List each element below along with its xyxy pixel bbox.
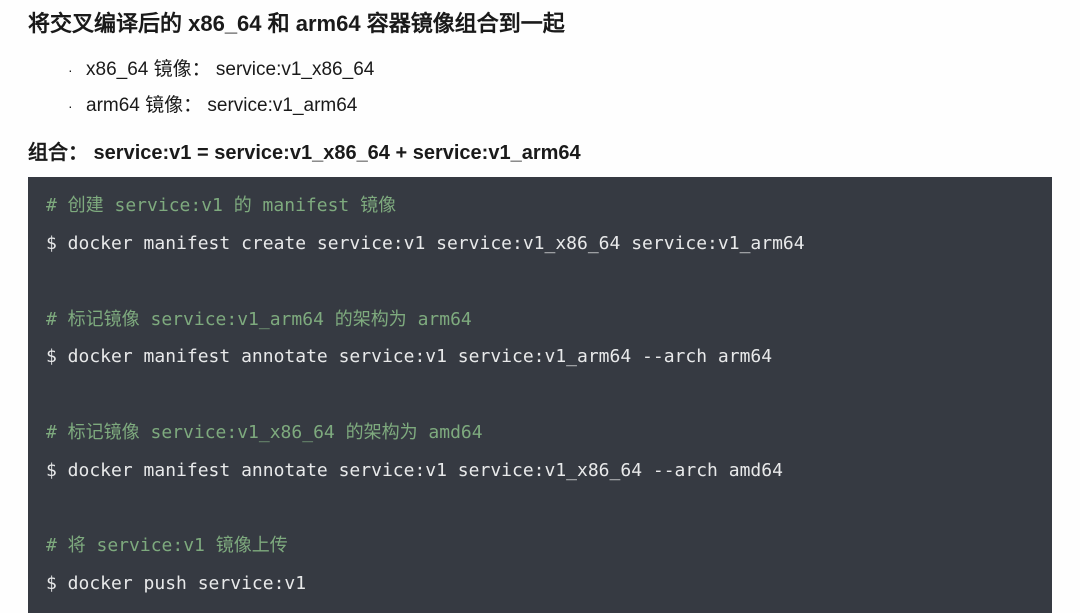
bullet-icon: ·	[68, 57, 86, 84]
code-command: $ docker manifest create service:v1 serv…	[46, 233, 805, 254]
list-item-text: x86_64 镜像： service:v1_x86_64	[86, 52, 374, 88]
code-comment: # 标记镜像 service:v1_x86_64 的架构为 amd64	[46, 422, 483, 443]
code-comment: # 将 service:v1 镜像上传	[46, 535, 288, 556]
list-item: · arm64 镜像： service:v1_arm64	[68, 88, 1052, 124]
combine-summary: 组合： service:v1 = service:v1_x86_64 + ser…	[28, 136, 1052, 165]
bullet-icon: ·	[68, 93, 86, 120]
code-command: $ docker push service:v1	[46, 573, 306, 594]
section-heading: 将交叉编译后的 x86_64 和 arm64 容器镜像组合到一起	[28, 6, 1052, 38]
code-command: $ docker manifest annotate service:v1 se…	[46, 346, 772, 367]
code-block: # 创建 service:v1 的 manifest 镜像 $ docker m…	[28, 177, 1052, 613]
list-item-text: arm64 镜像： service:v1_arm64	[86, 88, 357, 124]
image-list: · x86_64 镜像： service:v1_x86_64 · arm64 镜…	[68, 52, 1052, 124]
code-comment: # 创建 service:v1 的 manifest 镜像	[46, 195, 396, 216]
list-item: · x86_64 镜像： service:v1_x86_64	[68, 52, 1052, 88]
code-command: $ docker manifest annotate service:v1 se…	[46, 460, 783, 481]
code-comment: # 标记镜像 service:v1_arm64 的架构为 arm64	[46, 309, 472, 330]
